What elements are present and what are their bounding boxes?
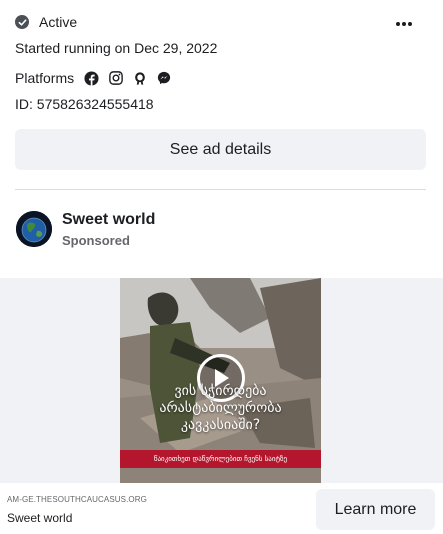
ad-video[interactable]: ვის სჭირდება არასტაბილურობა კავკასიაში? … (120, 278, 321, 483)
learn-more-button[interactable]: Learn more (316, 489, 435, 530)
instagram-icon (108, 71, 123, 86)
video-banner: წაიკითხეთ დაწვრილებით ჩვენს საიტზე (120, 450, 321, 468)
video-title-line: ვის სჭირდება (174, 383, 267, 399)
divider (15, 189, 426, 190)
video-title-line: არასტაბილურობა (159, 400, 282, 416)
platforms-row: Platforms (15, 68, 180, 88)
advertiser-avatar[interactable] (16, 211, 52, 247)
more-options-button[interactable] (390, 14, 418, 34)
check-circle-icon (15, 15, 29, 29)
link-domain: AM-GE.THESOUTHCAUCASUS.ORG (7, 495, 147, 504)
video-overlay-title: ვის სჭირდება არასტაბილურობა კავკასიაში? (120, 383, 321, 434)
more-horizontal-icon (396, 22, 412, 26)
ad-id: ID: 575826324555418 (15, 96, 154, 112)
advertiser-name[interactable]: Sweet world (62, 211, 155, 229)
status-label: Active (39, 14, 78, 30)
link-title[interactable]: Sweet world (7, 511, 72, 525)
see-ad-details-button[interactable]: See ad details (15, 129, 426, 170)
sponsored-label: Sponsored (62, 233, 130, 248)
video-title-line: კავკასიაში? (180, 417, 261, 433)
messenger-icon (156, 71, 171, 86)
start-date: Started running on Dec 29, 2022 (15, 40, 218, 56)
platforms-label: Platforms (15, 70, 75, 86)
audience-network-icon (132, 71, 147, 86)
status-row: Active (15, 12, 77, 32)
facebook-icon (84, 70, 99, 86)
